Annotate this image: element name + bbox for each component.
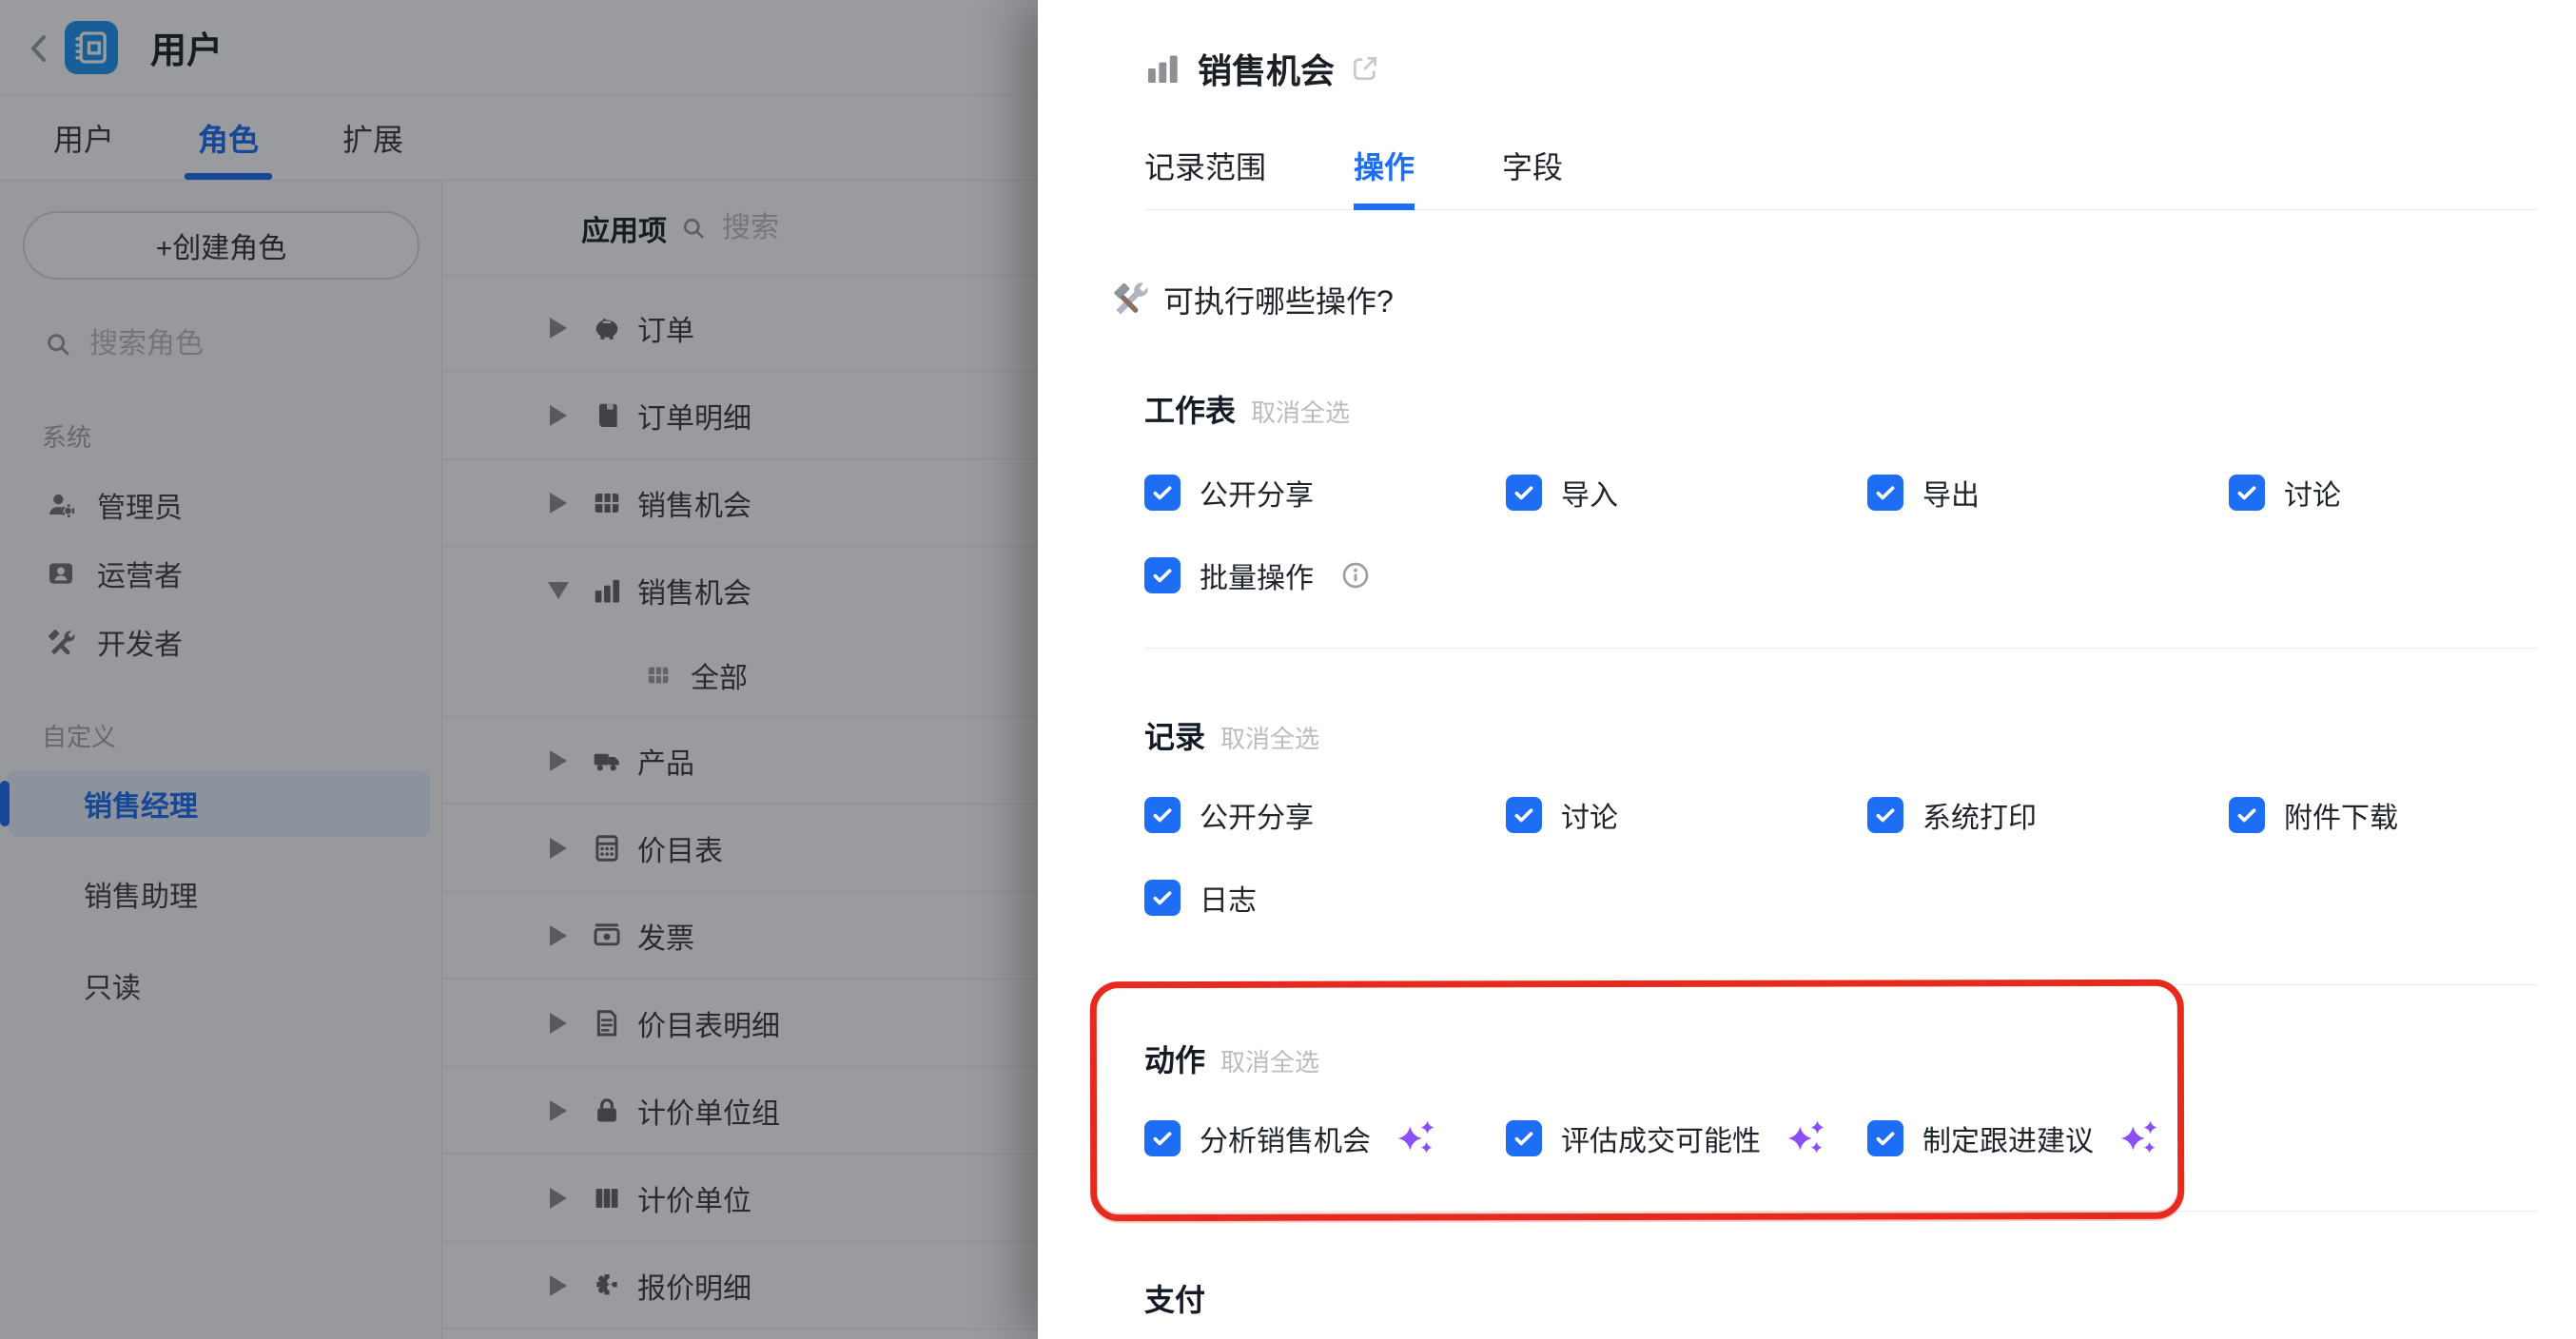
section-divider xyxy=(1144,1211,2538,1212)
permission-section-header: 支付 xyxy=(1144,1276,2538,1316)
checkbox-checked[interactable] xyxy=(1144,557,1181,593)
permission-option-label: 附件下载 xyxy=(2284,794,2398,836)
drawer-tab-bar: 记录范围 操作 字段 xyxy=(1144,146,2538,210)
bar-chart-icon xyxy=(1144,50,1181,87)
check-icon xyxy=(1150,803,1175,827)
permissions-drawer: 销售机会 记录范围操作字段 可执行哪些操作? 工作表取消全选公开分享导入导出讨论… xyxy=(1038,0,2576,1339)
checkbox-checked[interactable] xyxy=(1144,880,1181,916)
permission-option[interactable]: 制定跟进建议 xyxy=(1867,1116,2229,1160)
drawer-tab[interactable]: 记录范围 xyxy=(1144,146,1266,210)
permission-option[interactable]: 附件下载 xyxy=(2229,793,2576,837)
section-title: 记录 xyxy=(1144,713,1205,757)
permission-option-label: 讨论 xyxy=(1561,794,1618,836)
check-icon xyxy=(2234,803,2259,827)
deselect-all-link[interactable]: 取消全选 xyxy=(1251,394,1350,429)
screen: 用户 用户角色扩展 +创建角色 系统管理员运营者开发者自定义销售经理销售助理只读… xyxy=(0,0,2576,1339)
permission-option-label: 评估成交可能性 xyxy=(1561,1117,1761,1159)
permission-option[interactable]: 导出 xyxy=(1867,471,2229,514)
check-icon xyxy=(1873,803,1898,827)
permission-options-grid: 公开分享 讨论 系统打印 附件下载日志 xyxy=(1144,793,2538,920)
check-icon xyxy=(1512,1126,1536,1151)
drawer-title: 销售机会 xyxy=(1198,44,1335,93)
permission-option[interactable]: 批量操作 xyxy=(1144,553,1506,597)
permission-option[interactable]: 导入 xyxy=(1506,471,1867,514)
checkbox-checked[interactable] xyxy=(2229,475,2265,511)
permission-option[interactable]: 系统打印 xyxy=(1867,793,2229,837)
info-icon[interactable] xyxy=(1340,560,1371,591)
permission-section-header: 动作取消全选 xyxy=(1144,1037,2538,1077)
ai-sparkle-icon xyxy=(1395,1116,1439,1160)
permission-option-label: 导入 xyxy=(1561,472,1618,514)
permission-option[interactable]: 讨论 xyxy=(2229,471,2576,514)
permission-options-grid: 分析销售机会 评估成交可能性 制定跟进建议 xyxy=(1144,1116,2538,1160)
permission-option[interactable]: 公开分享 xyxy=(1144,471,1506,514)
permission-section-header: 工作表取消全选 xyxy=(1144,387,2538,427)
permission-option-label: 公开分享 xyxy=(1200,794,1314,836)
operations-question: 可执行哪些操作? xyxy=(1110,279,2538,320)
section-divider xyxy=(1144,648,2538,649)
permission-option-label: 制定跟进建议 xyxy=(1922,1117,2094,1159)
permission-option[interactable]: 讨论 xyxy=(1506,793,1867,837)
deselect-all-link[interactable]: 取消全选 xyxy=(1220,720,1319,755)
check-icon xyxy=(1873,1126,1898,1151)
permission-option-label: 公开分享 xyxy=(1200,472,1314,514)
section-title: 支付 xyxy=(1144,1276,1205,1320)
permission-section-header: 记录取消全选 xyxy=(1144,713,2538,753)
drawer-header: 销售机会 xyxy=(1144,44,2538,93)
checkbox-checked[interactable] xyxy=(1506,797,1542,833)
deselect-all-link[interactable]: 取消全选 xyxy=(1220,1043,1319,1078)
permission-option-label: 导出 xyxy=(1922,472,1980,514)
ai-sparkle-icon xyxy=(1786,1116,1829,1160)
checkbox-checked[interactable] xyxy=(1506,475,1542,511)
checkbox-checked[interactable] xyxy=(1867,475,1903,511)
checkbox-checked[interactable] xyxy=(2229,797,2265,833)
checkbox-checked[interactable] xyxy=(1144,1120,1181,1156)
permission-option-label: 分析销售机会 xyxy=(1200,1117,1371,1159)
permission-option[interactable]: 分析销售机会 xyxy=(1144,1116,1506,1160)
section-divider xyxy=(1144,984,2538,985)
hammer-wrench-icon xyxy=(1110,279,1152,320)
checkbox-checked[interactable] xyxy=(1506,1120,1542,1156)
permission-option-label: 日志 xyxy=(1200,877,1257,919)
drawer-tab[interactable]: 字段 xyxy=(1502,146,1563,210)
check-icon xyxy=(2234,480,2259,505)
check-icon xyxy=(1150,480,1175,505)
check-icon xyxy=(1512,480,1536,505)
checkbox-checked[interactable] xyxy=(1867,1120,1903,1156)
permission-options-grid: 公开分享 导入 导出 讨论批量操作 xyxy=(1144,471,2538,597)
check-icon xyxy=(1512,803,1536,827)
drawer-tab[interactable]: 操作 xyxy=(1354,146,1415,210)
permission-option[interactable]: 评估成交可能性 xyxy=(1506,1116,1867,1160)
modal-dim-overlay xyxy=(0,0,1038,1339)
external-link-icon[interactable] xyxy=(1350,53,1380,84)
permission-option-label: 讨论 xyxy=(2284,472,2341,514)
checkbox-checked[interactable] xyxy=(1867,797,1903,833)
section-title: 动作 xyxy=(1144,1037,1205,1080)
permission-option[interactable]: 公开分享 xyxy=(1144,793,1506,837)
check-icon xyxy=(1150,563,1175,588)
section-title: 工作表 xyxy=(1144,387,1236,431)
check-icon xyxy=(1150,885,1175,910)
checkbox-checked[interactable] xyxy=(1144,797,1181,833)
check-icon xyxy=(1150,1126,1175,1151)
checkbox-checked[interactable] xyxy=(1144,475,1181,511)
permission-option-label: 批量操作 xyxy=(1200,554,1314,596)
ai-sparkle-icon xyxy=(2118,1116,2162,1160)
check-icon xyxy=(1873,480,1898,505)
operations-question-text: 可执行哪些操作? xyxy=(1163,278,1394,321)
permission-option-label: 系统打印 xyxy=(1922,794,2037,836)
permission-option[interactable]: 日志 xyxy=(1144,876,1506,920)
